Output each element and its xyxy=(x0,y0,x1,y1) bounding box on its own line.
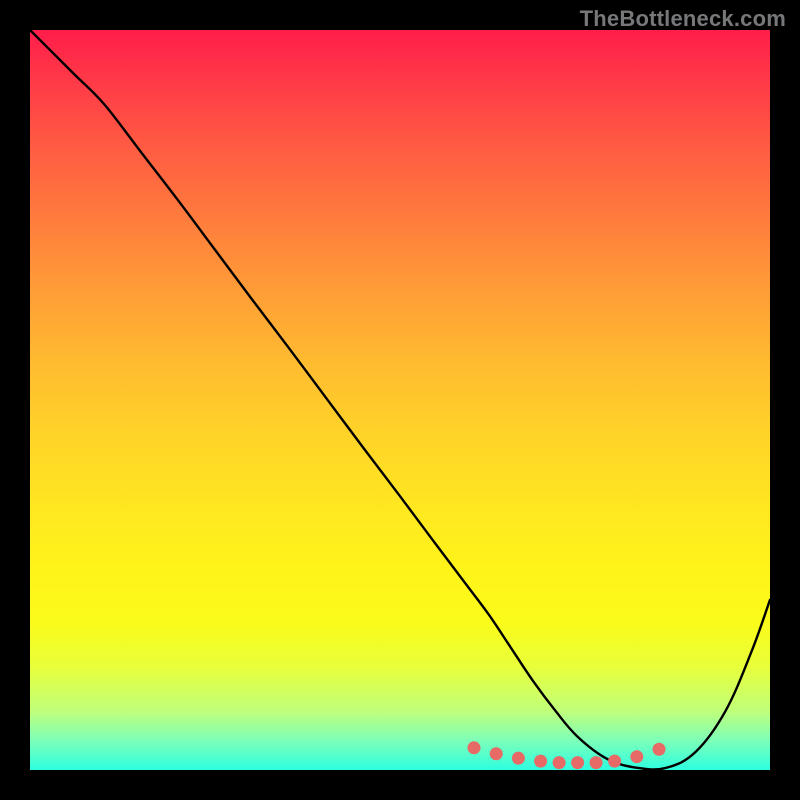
valley-dot xyxy=(553,756,566,769)
plot-area xyxy=(30,30,770,770)
bottom-dot-cluster xyxy=(468,741,666,769)
valley-dot xyxy=(608,755,621,768)
chart-root: TheBottleneck.com xyxy=(0,0,800,800)
watermark-text: TheBottleneck.com xyxy=(580,6,786,32)
valley-dot xyxy=(590,756,603,769)
valley-dot xyxy=(534,755,547,768)
valley-dot xyxy=(490,747,503,760)
valley-dot xyxy=(653,743,666,756)
valley-dot xyxy=(468,741,481,754)
bottleneck-curve xyxy=(30,30,770,770)
curve-svg xyxy=(30,30,770,770)
valley-dot xyxy=(630,750,643,763)
valley-dot xyxy=(512,752,525,765)
valley-dot xyxy=(571,756,584,769)
